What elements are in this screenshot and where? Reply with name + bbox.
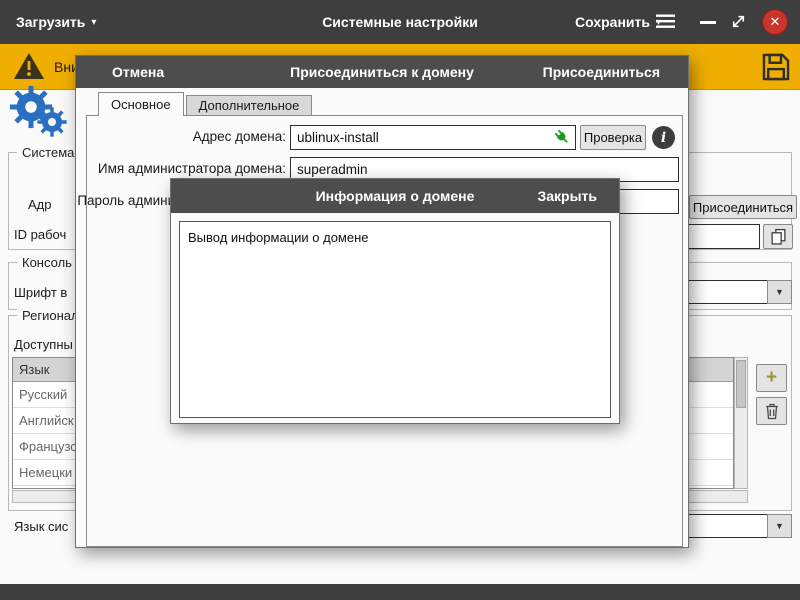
info-icon: i [661, 130, 666, 146]
domain-info-text: Вывод информации о домене [180, 222, 610, 253]
join-domain-button[interactable]: Присоединиться [689, 195, 797, 219]
dialog-titlebar: Отмена Присоединиться к домену Присоедин… [76, 56, 688, 88]
screen: Загрузить ▾ Системные настройки Сохранит… [0, 0, 800, 600]
copy-button[interactable] [763, 224, 793, 249]
language-name: Английск [19, 413, 74, 428]
admin-name-label: Имя администратора домена: [76, 161, 286, 176]
tab-additional[interactable]: Дополнительное [186, 95, 313, 116]
add-language-button[interactable]: + [756, 364, 787, 392]
label-console-font: Шрифт в [14, 285, 67, 300]
tab-basic[interactable]: Основное [98, 92, 184, 116]
vertical-scrollbar[interactable] [734, 357, 748, 489]
bottom-bar [0, 584, 800, 600]
language-name: Русский [19, 387, 67, 402]
label-available-languages: Доступны [14, 337, 73, 352]
domain-info-output: Вывод информации о домене [179, 221, 611, 418]
info-button[interactable]: i [652, 126, 675, 149]
group-regional-label: Регионал [17, 308, 84, 323]
group-console-label: Консоль [17, 255, 77, 270]
delete-language-button[interactable] [756, 397, 787, 425]
dialog-titlebar: Информация о домене Закрыть [171, 179, 619, 213]
trash-icon [764, 402, 780, 420]
close-dialog-button[interactable]: Закрыть [537, 179, 597, 213]
domain-info-dialog: Информация о домене Закрыть Вывод информ… [170, 178, 620, 424]
scrollbar-thumb[interactable] [736, 360, 746, 408]
language-name: Французс [19, 439, 77, 454]
connection-ok-plug-icon [553, 128, 571, 146]
settings-gear-icon [36, 106, 68, 138]
label-workstation-id: ID рабоч [14, 227, 66, 242]
dialog-tabs: Основное Дополнительное [98, 92, 312, 116]
domain-address-label: Адрес домена: [76, 129, 286, 144]
dropdown-arrow-icon[interactable]: ▼ [767, 280, 792, 304]
copy-icon [770, 228, 787, 245]
label-system-language: Язык сис [14, 519, 68, 534]
domain-address-input[interactable] [290, 125, 576, 150]
join-button[interactable]: Присоединиться [543, 56, 660, 88]
language-name: Немецки [19, 465, 72, 480]
dropdown-arrow-icon[interactable]: ▼ [767, 514, 792, 538]
cancel-button[interactable]: Отмена [112, 56, 164, 88]
check-button[interactable]: Проверка [580, 125, 646, 150]
group-system-label: Система [17, 145, 79, 160]
label-domain-address: Адр [28, 197, 52, 212]
